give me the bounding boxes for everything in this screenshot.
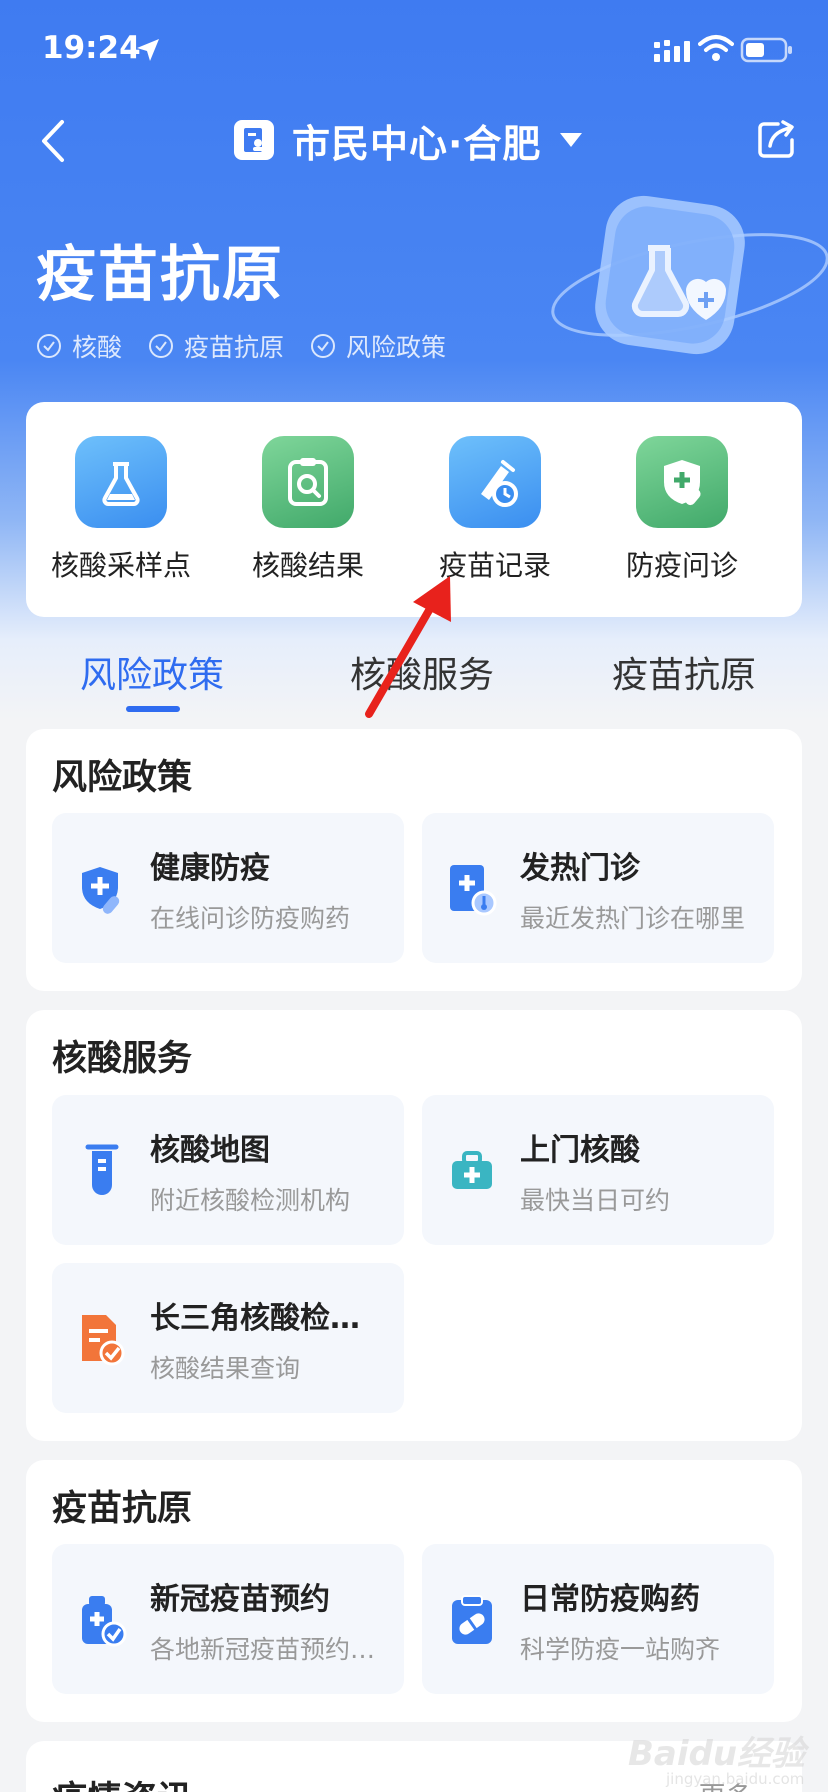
tile-subtitle: 核酸结果查询 <box>150 1354 301 1383</box>
quick-action-epidemic-consult[interactable]: 防疫问诊 <box>589 436 775 584</box>
document-check-icon <box>82 1315 125 1366</box>
flask-heart-illustration-icon <box>551 195 828 355</box>
page-title: 疫苗抗原 <box>36 240 284 310</box>
baidu-watermark: Baidu经验 jingyan.baidu.com <box>626 1700 826 1790</box>
tile-health-epidemic[interactable]: 健康防疫 在线问诊防疫购药 <box>52 813 404 963</box>
check-label: 风险政策 <box>346 333 447 362</box>
section-title: 疫情资讯 <box>52 1771 192 1792</box>
section-title: 核酸服务 <box>52 1039 193 1079</box>
check-label: 疫苗抗原 <box>184 333 285 362</box>
check-circle-icon <box>149 334 174 358</box>
test-tube-icon <box>85 1144 119 1195</box>
tile-fever-clinic[interactable]: 发热门诊 最近发热门诊在哪里 <box>422 813 774 963</box>
back-icon[interactable] <box>36 118 72 164</box>
status-time: 19:24 <box>42 30 141 66</box>
tile-covid-vaccine-booking[interactable]: 新冠疫苗预约 各地新冠疫苗预约… <box>52 1544 404 1694</box>
quick-action-label: 防疫问诊 <box>625 549 738 582</box>
tab-risk-policy[interactable]: 风险政策 <box>80 646 224 698</box>
city-selector[interactable]: 市民中心·合肥 <box>234 112 583 168</box>
health-shield-icon <box>82 867 120 914</box>
vaccine-booking-icon <box>82 1596 127 1647</box>
check-item: 风险政策 <box>310 328 446 364</box>
section-title: 疫苗抗原 <box>52 1489 193 1529</box>
tile-subtitle: 最快当日可约 <box>520 1186 671 1215</box>
watermark-url: jingyan.baidu.com <box>666 1770 805 1788</box>
tile-subtitle: 科学防疫一站购齐 <box>520 1635 721 1664</box>
tile-title: 健康防疫 <box>150 851 270 886</box>
shield-medicine-icon <box>636 436 728 528</box>
flask-icon <box>75 436 167 528</box>
quick-action-nucleic-result[interactable]: 核酸结果 <box>215 436 401 584</box>
watermark-text: Baidu经验 <box>628 1734 806 1774</box>
tile-subtitle: 附近核酸检测机构 <box>150 1186 351 1215</box>
tile-title: 长三角核酸检… <box>150 1301 360 1336</box>
check-item: 核酸 <box>36 328 122 364</box>
check-item: 疫苗抗原 <box>148 328 284 364</box>
tab-active-indicator <box>126 706 180 712</box>
annotation-arrow-icon <box>365 576 451 718</box>
check-circle-icon <box>311 334 336 358</box>
wifi-icon <box>698 35 734 61</box>
section-risk-policy: 风险政策 健康防疫 在线问诊防疫购药 发热门诊 最近发热门诊在哪里 <box>26 729 802 991</box>
medical-kit-icon <box>452 1151 492 1189</box>
tile-home-nucleic[interactable]: 上门核酸 最快当日可约 <box>422 1095 774 1245</box>
quick-action-label: 核酸采样点 <box>50 549 191 582</box>
chevron-down-icon <box>560 133 583 147</box>
tile-yangtze-delta-nucleic[interactable]: 长三角核酸检… 核酸结果查询 <box>52 1263 404 1413</box>
share-icon[interactable] <box>756 118 798 160</box>
quick-action-vaccine-record[interactable]: 疫苗记录 <box>402 436 588 584</box>
tile-title: 发热门诊 <box>520 851 640 886</box>
battery-icon <box>740 37 792 63</box>
pill-clipboard-icon <box>452 1595 492 1644</box>
location-arrow-icon <box>137 39 159 61</box>
tile-title: 上门核酸 <box>520 1133 640 1168</box>
cellular-signal-icon <box>654 40 690 62</box>
section-vaccine-antigen: 疫苗抗原 新冠疫苗预约 各地新冠疫苗预约… 日常防疫购药 科学防疫一站购齐 <box>26 1460 802 1722</box>
tile-title: 日常防疫购药 <box>520 1582 700 1617</box>
check-label: 核酸 <box>72 333 123 362</box>
vaccine-record-icon <box>449 436 541 528</box>
tile-subtitle: 在线问诊防疫购药 <box>150 904 351 933</box>
tile-subtitle: 各地新冠疫苗预约… <box>150 1635 376 1664</box>
tile-daily-medicine[interactable]: 日常防疫购药 科学防疫一站购齐 <box>422 1544 774 1694</box>
page-title-nav: 市民中心·合肥 <box>292 121 542 166</box>
quick-action-nucleic-sampling[interactable]: 核酸采样点 <box>28 436 214 584</box>
tile-title: 新冠疫苗预约 <box>150 1582 330 1617</box>
fever-clinic-icon <box>450 865 497 916</box>
section-nucleic-service: 核酸服务 核酸地图 附近核酸检测机构 上门核酸 最快当日可约 长三角核酸检… 核… <box>26 1010 802 1441</box>
status-bar: 19:24 <box>0 0 828 100</box>
citizen-center-icon <box>234 120 274 160</box>
feature-checks: 核酸 疫苗抗原 风险政策 <box>36 328 472 364</box>
tile-subtitle: 最近发热门诊在哪里 <box>520 904 746 933</box>
report-search-icon <box>262 436 354 528</box>
tab-vaccine-antigen[interactable]: 疫苗抗原 <box>612 646 756 698</box>
check-circle-icon <box>37 334 61 358</box>
section-title: 风险政策 <box>52 758 193 798</box>
tile-title: 核酸地图 <box>150 1133 270 1168</box>
tile-nucleic-map[interactable]: 核酸地图 附近核酸检测机构 <box>52 1095 404 1245</box>
